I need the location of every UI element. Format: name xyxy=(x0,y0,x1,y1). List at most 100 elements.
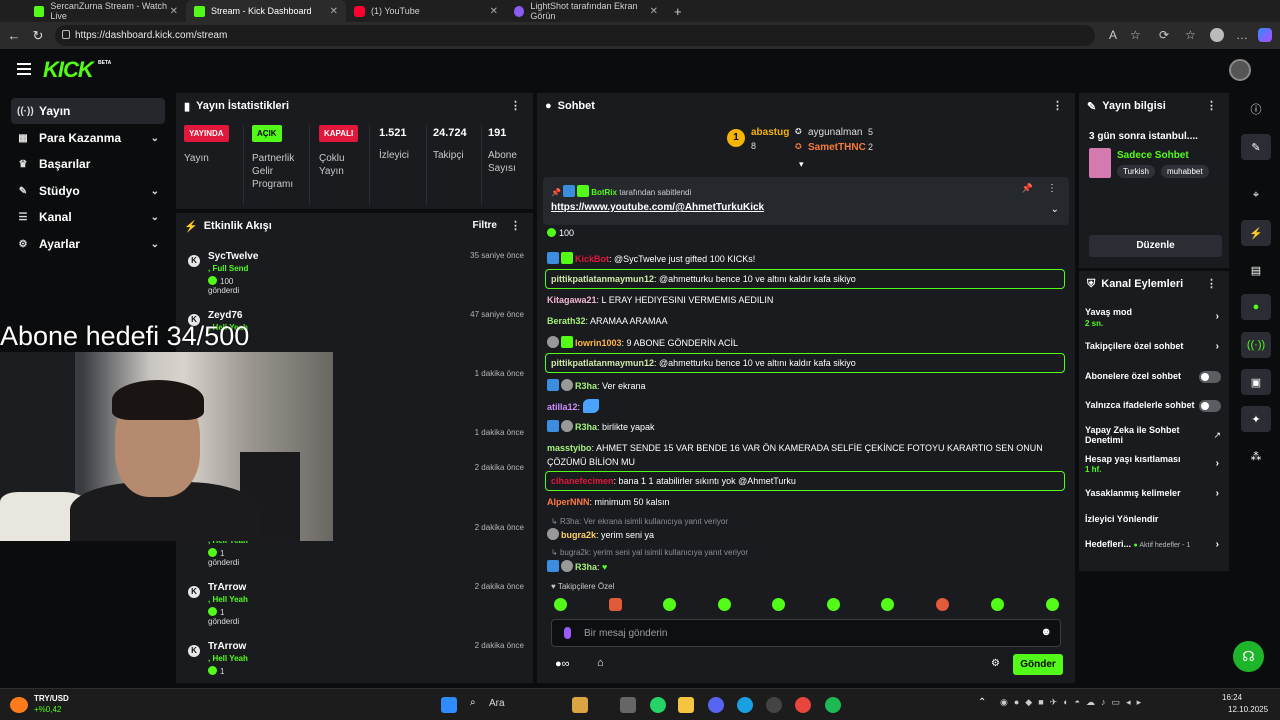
pinned-user[interactable]: BotRix xyxy=(591,188,617,197)
widgets-icon[interactable] xyxy=(572,697,588,713)
close-icon[interactable]: ✕ xyxy=(330,6,338,17)
edit-button[interactable]: Düzenle xyxy=(1089,235,1222,257)
document-icon[interactable]: ▤ xyxy=(1241,257,1271,283)
app-icon[interactable] xyxy=(766,697,782,713)
back-icon[interactable]: ← xyxy=(2,28,26,43)
action-goals[interactable]: Hedefleri... ● Aktif hedefler - 1 › xyxy=(1085,539,1225,550)
sidebar-item-studyo[interactable]: ✎ Stüdyo ⌄ xyxy=(11,178,165,204)
browser-tab[interactable]: (1) YouTube ✕ xyxy=(346,0,506,22)
action-emote-only[interactable]: Yalnızca ifadelerle sohbet xyxy=(1085,400,1225,412)
new-tab-button[interactable]: + xyxy=(666,0,690,22)
sidebar-item-ayarlar[interactable]: ⚙ Ayarlar ⌄ xyxy=(11,231,165,257)
activity-user[interactable]: TrArrow xyxy=(208,641,246,652)
avatar[interactable] xyxy=(1229,59,1251,81)
activity-user[interactable]: Zeyd76 xyxy=(208,310,242,321)
more-options-icon[interactable]: ⋮ xyxy=(1206,277,1217,290)
chat-username[interactable]: R3ha xyxy=(575,562,597,572)
close-icon[interactable]: ✕ xyxy=(170,6,178,17)
discord-icon[interactable] xyxy=(708,697,724,713)
more-options-icon[interactable]: ⋮ xyxy=(1047,183,1057,194)
chat-username[interactable]: R3ha xyxy=(575,381,597,391)
collections-icon[interactable]: ☆ xyxy=(1185,28,1196,42)
browser-tab[interactable]: LightShot tarafından Ekran Görün ✕ xyxy=(506,0,666,22)
taskbar-search[interactable]: Ara xyxy=(489,698,505,709)
chat-username[interactable]: AlperNNN xyxy=(547,497,590,507)
chat-username[interactable]: R3ha xyxy=(575,422,597,432)
action-slow-mode[interactable]: Yavaş mod 2 sn. › xyxy=(1085,307,1225,328)
help-button[interactable]: ☊ xyxy=(1233,641,1264,672)
emote-icon[interactable] xyxy=(663,598,676,611)
chrome-icon[interactable] xyxy=(795,697,811,713)
more-options-icon[interactable]: ⋮ xyxy=(510,219,521,232)
windows-start-icon[interactable] xyxy=(441,697,457,713)
chat-username[interactable]: pittikpatlatanmaymun12 xyxy=(551,274,654,284)
filter-button[interactable]: Filtre xyxy=(473,220,497,231)
close-icon[interactable]: ✕ xyxy=(490,6,498,17)
top-gifter-name[interactable]: abastug xyxy=(751,127,789,138)
sidebar-item-basarilar[interactable]: ♛ Başarılar xyxy=(11,151,165,177)
browser-tab[interactable]: SercanZurna Stream - Watch Live ✕ xyxy=(26,0,186,22)
tray-icons[interactable]: ◉●◆■✈◐◓☁♪▭◂▸ xyxy=(1000,697,1147,708)
wrench-icon[interactable]: ✦ xyxy=(1241,406,1271,432)
action-banned-words[interactable]: Yasaklanmış kelimeler › xyxy=(1085,488,1225,499)
action-followers-only[interactable]: Takipçilere özel sohbet › xyxy=(1085,341,1225,352)
emote-icon[interactable] xyxy=(936,598,949,611)
layout-icon[interactable]: ▣ xyxy=(1241,369,1271,395)
search-icon[interactable]: ⌕ xyxy=(470,697,476,708)
mic-icon[interactable] xyxy=(564,627,571,639)
emote-icon[interactable] xyxy=(991,598,1004,611)
activity-user[interactable]: TrArrow xyxy=(208,582,246,593)
apps-icon[interactable]: ⁂ xyxy=(1241,443,1271,469)
tag[interactable]: muhabbet xyxy=(1161,165,1209,178)
broadcast-icon[interactable]: ((·)) xyxy=(1241,332,1271,358)
toggle[interactable] xyxy=(1199,371,1221,383)
action-ai-moderation[interactable]: Yapay Zeka ile Sohbet Denetimi xyxy=(1085,425,1197,445)
browser-tab-active[interactable]: Stream - Kick Dashboard ✕ xyxy=(186,0,346,22)
tray-chevron-icon[interactable]: ⌃ xyxy=(978,697,986,708)
reload-icon[interactable]: ↻ xyxy=(26,28,50,44)
explorer-icon[interactable] xyxy=(678,697,694,713)
more-icon[interactable]: … xyxy=(1236,28,1248,42)
edit-icon[interactable]: ✎ xyxy=(1241,134,1271,160)
sidebar-item-para-kazanma[interactable]: ▦ Para Kazanma ⌄ xyxy=(11,125,165,151)
stock-widget-icon[interactable] xyxy=(10,697,28,713)
category-thumbnail[interactable] xyxy=(1089,148,1111,178)
chat-username[interactable]: pittikpatlatanmaymun12 xyxy=(551,358,654,368)
toggle[interactable] xyxy=(1199,400,1221,412)
chevron-down-icon[interactable]: ⌄ xyxy=(1051,204,1059,215)
close-icon[interactable]: ✕ xyxy=(650,6,658,17)
emote-icon[interactable] xyxy=(881,598,894,611)
external-link-icon[interactable]: ↗ xyxy=(1213,430,1221,441)
send-button[interactable]: Gönder xyxy=(1013,654,1063,675)
tag[interactable]: Turkish xyxy=(1117,165,1155,178)
favorite-icon[interactable]: ☆ xyxy=(1130,28,1141,42)
bolt-icon[interactable]: ⚡ xyxy=(1241,220,1271,246)
whatsapp-icon[interactable] xyxy=(650,697,666,713)
chat-username[interactable]: KickBot xyxy=(575,254,609,264)
chat-username[interactable]: Berath32 xyxy=(547,316,586,326)
chat-settings-icon[interactable]: ⚙ xyxy=(991,658,1000,669)
emote-icon[interactable] xyxy=(609,598,622,611)
kick-logo[interactable]: KICK xyxy=(43,57,94,83)
action-subscribers-only[interactable]: Abonelere özel sohbet xyxy=(1085,371,1225,383)
more-options-icon[interactable]: ⋮ xyxy=(1206,99,1217,112)
store-icon[interactable]: ⌂ xyxy=(597,657,604,669)
task-view-icon[interactable] xyxy=(620,697,636,713)
chat-username[interactable]: masstyibo xyxy=(547,443,592,453)
extensions-icon[interactable]: ⟳ xyxy=(1159,28,1169,42)
target-icon[interactable]: ⌖ xyxy=(1241,182,1271,208)
sidebar-item-yayin[interactable]: ((·)) Yayın xyxy=(11,98,165,124)
more-options-icon[interactable]: ⋮ xyxy=(1052,99,1063,112)
chat-username[interactable]: lowrin1003 xyxy=(575,338,622,348)
chat-username[interactable]: cihanefecimen xyxy=(551,476,614,486)
menu-icon[interactable] xyxy=(17,63,31,75)
stream-category[interactable]: Sadece Sohbet xyxy=(1117,150,1189,161)
top-gifter-name[interactable]: SametTHNC xyxy=(808,142,866,153)
chat-input[interactable]: Bir mesaj gönderin ☻ xyxy=(551,619,1061,647)
reply-context[interactable]: ↳ bugra2k: yerim seni yal isimli kullanı… xyxy=(551,548,748,557)
spotify-icon[interactable] xyxy=(825,697,841,713)
emoji-icon[interactable]: ☻ xyxy=(1040,626,1052,638)
emote-icon[interactable] xyxy=(554,598,567,611)
emote-icon[interactable] xyxy=(1046,598,1059,611)
pinned-link[interactable]: https://www.youtube.com/@AhmetTurkuKick xyxy=(551,202,764,213)
